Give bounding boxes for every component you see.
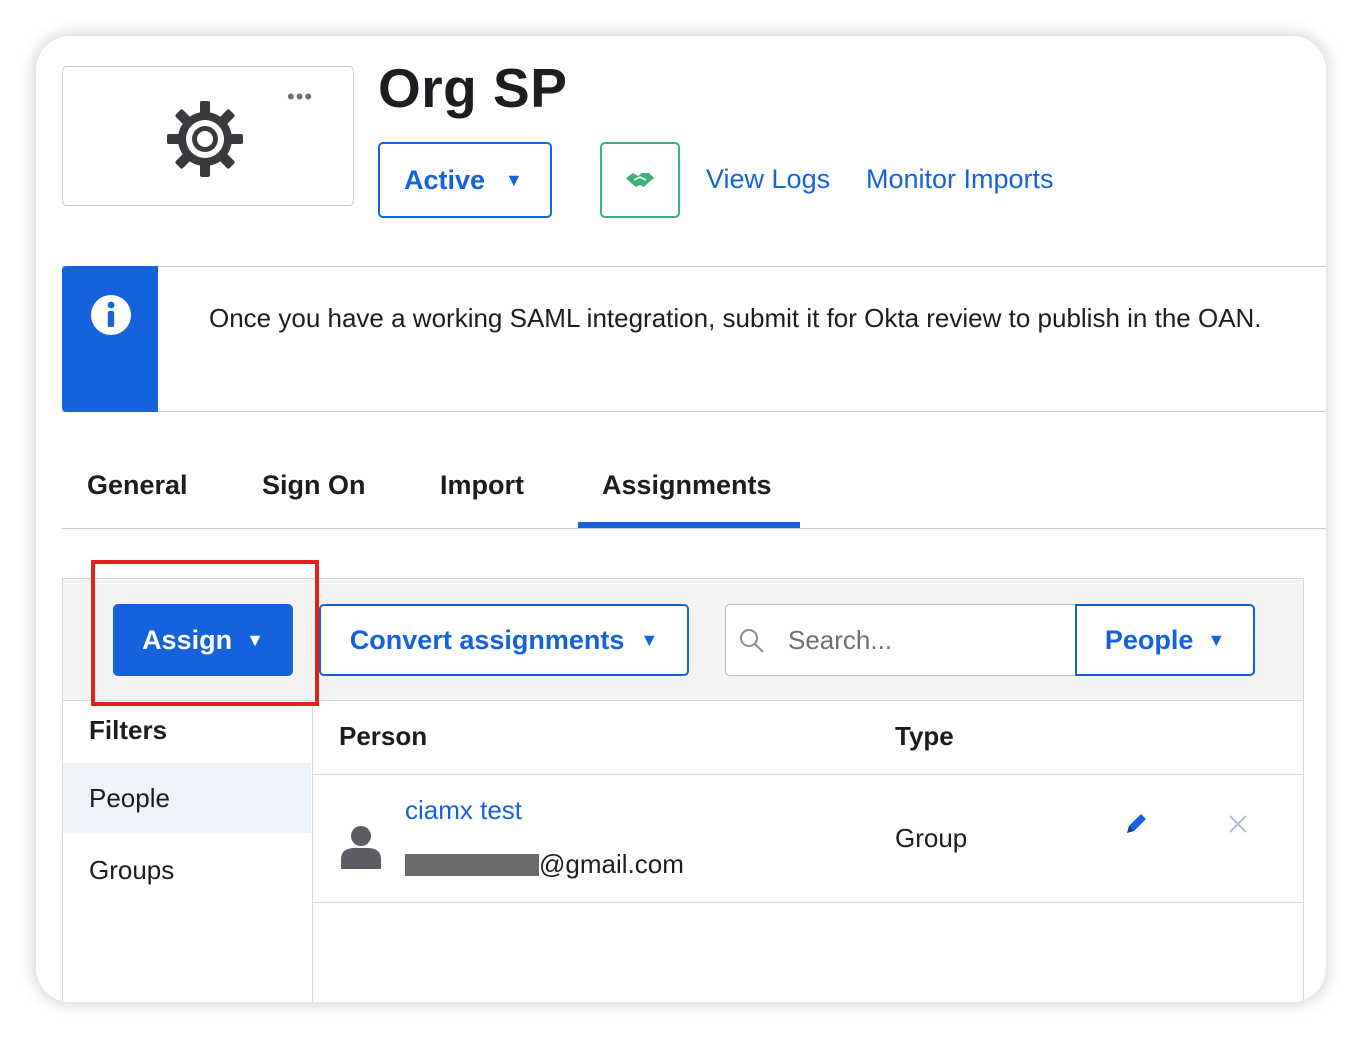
- more-options-button[interactable]: •••: [287, 86, 313, 108]
- filter-item-label: Groups: [89, 854, 175, 885]
- search-box: [725, 604, 1077, 676]
- convert-assignments-label: Convert assignments: [349, 624, 625, 655]
- search-input[interactable]: [788, 619, 1068, 661]
- tab-general[interactable]: General: [87, 470, 188, 501]
- email-suffix: @gmail.com: [539, 849, 684, 879]
- info-callout: Once you have a working SAML integration…: [62, 265, 1326, 412]
- gear-icon: [167, 101, 243, 177]
- assignments-table: Person Type ciamx test @gmail.com Group: [313, 701, 1303, 1002]
- person-name-link[interactable]: ciamx test: [405, 795, 522, 826]
- table-row: ciamx test @gmail.com Group: [313, 775, 1303, 903]
- table-header-row: Person Type: [313, 701, 1303, 775]
- caret-down-icon: ▼: [505, 169, 523, 190]
- assign-button[interactable]: Assign ▼: [113, 604, 293, 676]
- column-header-person: Person: [339, 721, 428, 751]
- assignments-panel: Assign ▼ Convert assignments ▼ People ▼ …: [62, 578, 1304, 1002]
- filters-heading: Filters: [89, 715, 168, 745]
- assignments-toolbar: Assign ▼ Convert assignments ▼ People ▼: [63, 579, 1303, 701]
- app-logo-box: •••: [62, 66, 354, 206]
- app-detail-card: ••• Org SP Active ▼ View Logs Monitor Im…: [36, 36, 1326, 1002]
- assignment-type: Group: [895, 823, 968, 853]
- active-tab-indicator: [578, 522, 800, 528]
- page-title: Org SP: [378, 57, 568, 119]
- callout-accent-bar: [62, 265, 158, 412]
- caret-down-icon: ▼: [1207, 629, 1226, 650]
- tab-import[interactable]: Import: [440, 470, 524, 501]
- monitor-imports-link[interactable]: Monitor Imports: [866, 164, 1054, 195]
- handshake-icon: [626, 173, 654, 187]
- tab-assignments[interactable]: Assignments: [602, 470, 772, 501]
- tab-sign-on[interactable]: Sign On: [262, 470, 366, 501]
- search-scope-label: People: [1104, 624, 1194, 655]
- filters-sidebar: Filters People Groups: [63, 701, 313, 1002]
- info-icon: [91, 294, 131, 335]
- close-icon[interactable]: [1227, 813, 1249, 835]
- redacted-block: [405, 853, 539, 876]
- status-label: Active: [404, 164, 486, 195]
- callout-message: Once you have a working SAML integration…: [209, 303, 1262, 333]
- filter-item-groups[interactable]: Groups: [63, 835, 311, 905]
- tab-bar: General Sign On Import Assignments: [62, 456, 1326, 529]
- search-scope-select[interactable]: People ▼: [1075, 604, 1255, 676]
- person-email: @gmail.com: [405, 849, 684, 880]
- status-dropdown-button[interactable]: Active ▼: [378, 142, 552, 218]
- filter-item-label: People: [89, 782, 170, 813]
- handshake-button[interactable]: [600, 142, 680, 218]
- convert-assignments-button[interactable]: Convert assignments ▼: [319, 604, 689, 676]
- column-header-type: Type: [895, 721, 954, 751]
- assign-label: Assign: [142, 624, 233, 655]
- caret-down-icon: ▼: [246, 629, 264, 650]
- search-icon: [740, 629, 764, 653]
- person-icon: [341, 826, 381, 869]
- filter-item-people[interactable]: People: [63, 763, 311, 833]
- view-logs-link[interactable]: View Logs: [706, 164, 830, 195]
- caret-down-icon: ▼: [640, 629, 659, 650]
- pencil-icon[interactable]: [1123, 811, 1149, 837]
